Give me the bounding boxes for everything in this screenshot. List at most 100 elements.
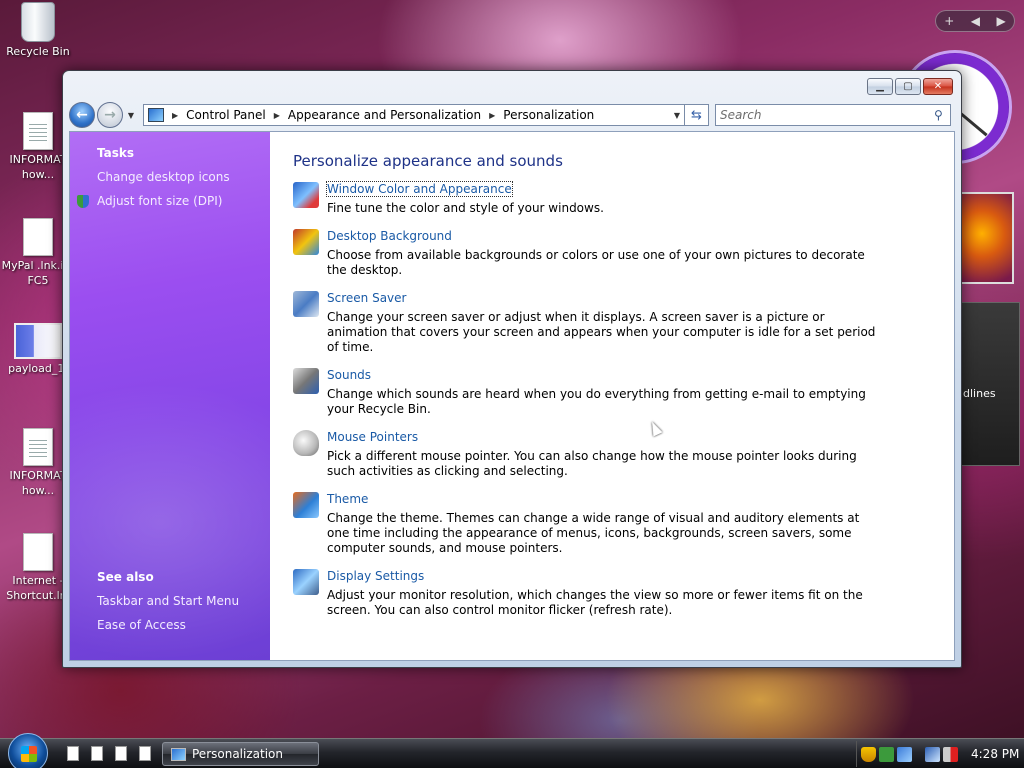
- taskbar: Personalization 4:28 PM: [0, 733, 1024, 768]
- minimize-button[interactable]: ▁: [867, 78, 893, 95]
- start-button[interactable]: [8, 733, 48, 768]
- see-also-section: See also Taskbar and Start Menu Ease of …: [97, 570, 239, 642]
- arrow-right-icon: →: [104, 107, 116, 123]
- address-bar[interactable]: ▶ Control Panel ▶ Appearance and Persona…: [143, 104, 685, 126]
- close-button[interactable]: ✕: [923, 78, 953, 95]
- text-document-icon: [23, 112, 53, 150]
- item-description: Adjust your monitor resolution, which ch…: [327, 588, 863, 617]
- quick-launch-document-icon[interactable]: [91, 746, 103, 761]
- checkmark-icon[interactable]: [879, 746, 894, 762]
- refresh-button[interactable]: ⇆: [685, 104, 709, 126]
- breadcrumb-personalization[interactable]: Personalization: [503, 108, 594, 122]
- image-file-icon: [14, 323, 62, 359]
- blank-document-icon: [23, 218, 53, 256]
- display-settings-link[interactable]: Display Settings: [327, 569, 424, 583]
- breadcrumb-appearance[interactable]: Appearance and Personalization: [288, 108, 481, 122]
- window-controls: ▁ ▢ ✕: [867, 78, 953, 95]
- window-color-link[interactable]: Window Color and Appearance: [326, 181, 513, 197]
- blank-document-icon: [23, 533, 53, 571]
- page-title: Personalize appearance and sounds: [293, 152, 563, 170]
- desktop-icon-label: INFORMAT how...: [9, 469, 67, 497]
- change-desktop-icons-link[interactable]: Change desktop icons: [97, 170, 270, 184]
- display-settings-icon[interactable]: [293, 569, 319, 595]
- back-button[interactable]: ←: [69, 102, 95, 128]
- list-item: Sounds Change which sounds are heard whe…: [293, 368, 954, 417]
- slideshow-gadget[interactable]: [960, 192, 1014, 284]
- search-icon[interactable]: ⚲: [934, 108, 950, 122]
- breadcrumb-separator-icon[interactable]: ▶: [172, 111, 178, 120]
- desktop-background-icon[interactable]: [293, 229, 319, 255]
- mouse-pointers-icon[interactable]: [293, 430, 319, 456]
- update-icon[interactable]: [897, 746, 912, 762]
- tasks-heading: Tasks: [97, 146, 135, 160]
- desktop-icon-label: payload_1.: [8, 362, 68, 375]
- mouse-pointers-link[interactable]: Mouse Pointers: [327, 430, 418, 444]
- item-description: Choose from available backgrounds or col…: [327, 248, 865, 277]
- uac-shield-icon: [77, 194, 89, 208]
- theme-icon[interactable]: [293, 492, 319, 518]
- see-also-heading: See also: [97, 570, 154, 584]
- taskbar-start-menu-link[interactable]: Taskbar and Start Menu: [97, 594, 239, 608]
- taskbar-clock[interactable]: 4:28 PM: [971, 747, 1019, 761]
- address-dropdown-icon[interactable]: ▼: [670, 111, 684, 120]
- navigation-bar: ← → ▼ ▶ Control Panel ▶ Appearance and P…: [69, 101, 955, 129]
- window-color-icon[interactable]: [293, 182, 319, 208]
- list-item: Screen Saver Change your screen saver or…: [293, 291, 954, 355]
- add-gadget-button[interactable]: +: [944, 14, 954, 28]
- notification-area: 4:28 PM: [856, 741, 1024, 767]
- item-description: Fine tune the color and style of your wi…: [327, 201, 604, 215]
- taskbar-button-label: Personalization: [192, 747, 283, 761]
- sidebar-link-label: Ease of Access: [97, 618, 186, 632]
- breadcrumb-separator-icon[interactable]: ▶: [274, 111, 280, 120]
- refresh-icon: ⇆: [691, 107, 702, 123]
- search-input[interactable]: [720, 108, 934, 122]
- adjust-font-size-link[interactable]: Adjust font size (DPI): [77, 194, 270, 208]
- quick-launch-document-icon[interactable]: [139, 746, 151, 761]
- sounds-icon[interactable]: [293, 368, 319, 394]
- feed-gadget-label: dlines: [963, 387, 996, 400]
- maximize-button[interactable]: ▢: [895, 78, 921, 95]
- item-description: Change your screen saver or adjust when …: [327, 310, 876, 354]
- volume-muted-icon[interactable]: [943, 746, 958, 762]
- list-item: Theme Change the theme. Themes can chang…: [293, 492, 954, 556]
- list-item: Desktop Background Choose from available…: [293, 229, 954, 278]
- task-pane: Tasks Change desktop icons Adjust font s…: [70, 132, 270, 660]
- forward-button[interactable]: →: [97, 102, 123, 128]
- feed-headlines-gadget[interactable]: dlines: [960, 302, 1020, 466]
- item-description: Pick a different mouse pointer. You can …: [327, 449, 857, 478]
- taskbar-button-personalization[interactable]: Personalization: [162, 742, 319, 766]
- breadcrumb-control-panel[interactable]: Control Panel: [186, 108, 266, 122]
- list-item: Mouse Pointers Pick a different mouse po…: [293, 430, 954, 479]
- main-panel: Personalize appearance and sounds Window…: [270, 132, 954, 660]
- desktop-background-link[interactable]: Desktop Background: [327, 229, 452, 243]
- screen-saver-icon[interactable]: [293, 291, 319, 317]
- item-description: Change the theme. Themes can change a wi…: [327, 511, 860, 555]
- ease-of-access-link[interactable]: Ease of Access: [97, 618, 239, 632]
- list-item: Display Settings Adjust your monitor res…: [293, 569, 954, 618]
- breadcrumb-separator-icon[interactable]: ▶: [489, 111, 495, 120]
- screen-saver-link[interactable]: Screen Saver: [327, 291, 406, 305]
- network-icon[interactable]: [925, 746, 940, 762]
- sidebar-link-label: Taskbar and Start Menu: [97, 594, 240, 608]
- content-area: Tasks Change desktop icons Adjust font s…: [69, 131, 955, 661]
- theme-link[interactable]: Theme: [327, 492, 368, 506]
- list-item: Window Color and Appearance Fine tune th…: [293, 181, 954, 216]
- next-page-button[interactable]: ▶: [997, 14, 1006, 28]
- desktop-icon-recycle-bin[interactable]: Recycle Bin: [0, 2, 76, 59]
- control-panel-icon: [171, 747, 186, 761]
- desktop-icon-label: Recycle Bin: [6, 45, 70, 58]
- recent-pages-dropdown[interactable]: ▼: [125, 111, 137, 120]
- security-shield-icon[interactable]: [861, 746, 876, 762]
- desktop-icon-label: Internet - Shortcut.lnl: [6, 574, 70, 602]
- text-document-icon: [23, 428, 53, 466]
- control-panel-icon: [148, 108, 164, 122]
- quick-launch-document-icon[interactable]: [67, 746, 79, 761]
- personalization-window: ▁ ▢ ✕ ← → ▼ ▶ Control Panel ▶ Appearance…: [62, 70, 962, 668]
- windows-logo-icon: [21, 746, 37, 762]
- previous-page-button[interactable]: ◀: [971, 14, 980, 28]
- recycle-bin-icon: [21, 2, 55, 42]
- sounds-link[interactable]: Sounds: [327, 368, 371, 382]
- quick-launch-document-icon[interactable]: [115, 746, 127, 761]
- sidebar-gadget-controls: + ◀ ▶: [935, 10, 1015, 32]
- search-box[interactable]: ⚲: [715, 104, 951, 126]
